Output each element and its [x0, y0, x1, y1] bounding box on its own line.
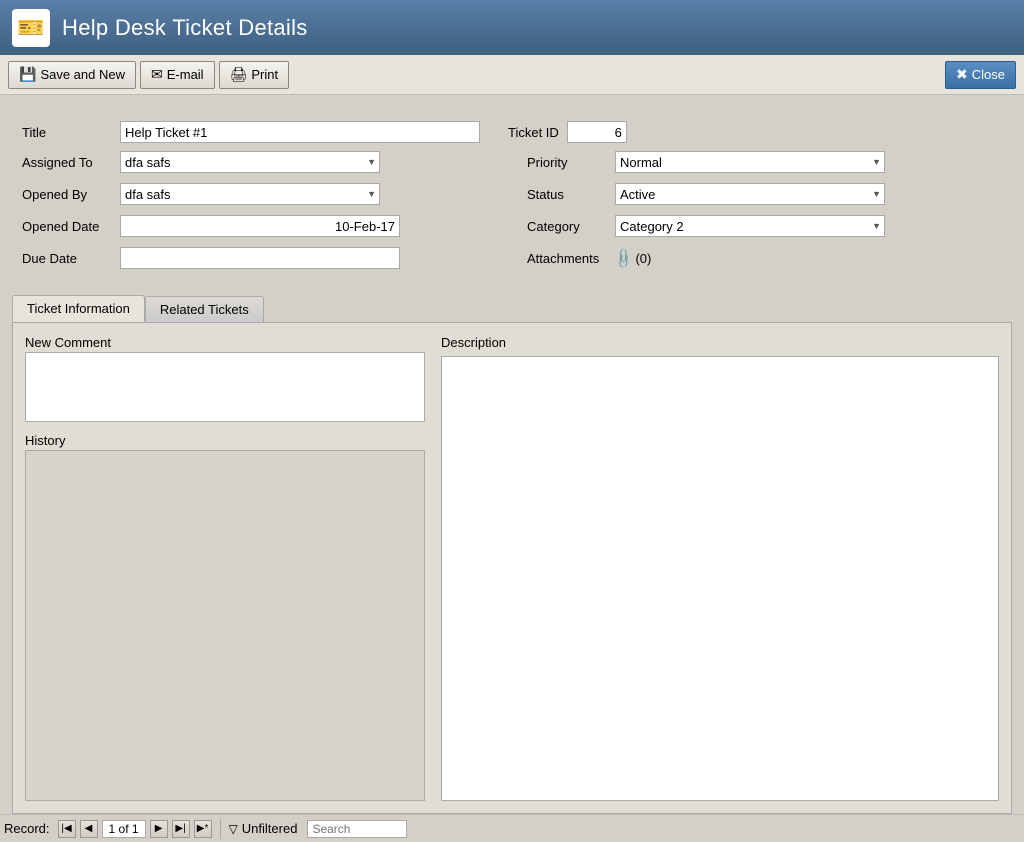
title-input[interactable]	[120, 121, 480, 143]
status-label: Status	[527, 187, 607, 202]
close-icon: ✖	[956, 66, 968, 83]
save-icon: 💾	[19, 66, 36, 83]
new-comment-label: New Comment	[25, 335, 425, 350]
email-button[interactable]: ✉ E-mail	[140, 61, 215, 89]
attachments-label: Attachments	[527, 251, 607, 266]
history-box	[25, 450, 425, 801]
tab-related-tickets-label: Related Tickets	[160, 302, 249, 317]
attachments-value: 📎 (0)	[615, 250, 651, 267]
new-comment-section: New Comment	[25, 335, 425, 425]
tab-ticket-information-label: Ticket Information	[27, 301, 130, 316]
nav-last-button[interactable]: ▶|	[172, 820, 190, 838]
unfiltered-label: Unfiltered	[242, 821, 298, 836]
filter-icon: ▽	[229, 822, 238, 836]
ticket-id-input	[567, 121, 627, 143]
save-and-new-button[interactable]: 💾 Save and New	[8, 61, 136, 89]
due-date-row: Due Date	[22, 245, 497, 271]
category-label: Category	[527, 219, 607, 234]
assigned-to-row: Assigned To dfa safs	[22, 149, 497, 175]
toolbar: 💾 Save and New ✉ E-mail 🖨 Print ✖ Close	[0, 55, 1024, 95]
nav-prev-button[interactable]: ◀	[80, 820, 98, 838]
record-position: 1 of 1	[102, 820, 146, 838]
history-section: History	[25, 433, 425, 801]
new-comment-textarea[interactable]	[25, 352, 425, 422]
opened-by-select[interactable]: dfa safs	[120, 183, 380, 205]
tab-ticket-information[interactable]: Ticket Information	[12, 295, 145, 322]
assigned-to-label: Assigned To	[22, 155, 112, 170]
status-select[interactable]: Active Closed Pending	[615, 183, 885, 205]
description-label: Description	[441, 335, 999, 350]
nav-next-button[interactable]: ▶	[150, 820, 168, 838]
tab-related-tickets[interactable]: Related Tickets	[145, 296, 264, 322]
print-button[interactable]: 🖨 Print	[219, 61, 290, 89]
category-select-wrapper: Category 1 Category 2 Category 3	[615, 215, 885, 237]
divider-1	[220, 819, 221, 839]
attachments-row: Attachments 📎 (0)	[527, 245, 1002, 271]
form-left: Assigned To dfa safs Opened By dfa safs	[22, 149, 497, 271]
record-label: Record:	[4, 821, 50, 836]
left-panel: New Comment History	[25, 335, 425, 801]
tab-header: Ticket Information Related Tickets	[12, 295, 1012, 322]
right-panel: Description	[441, 335, 999, 801]
opened-by-label: Opened By	[22, 187, 112, 202]
description-textarea[interactable]	[441, 356, 999, 801]
priority-select[interactable]: Normal Low High Critical	[615, 151, 885, 173]
priority-select-wrapper: Normal Low High Critical	[615, 151, 885, 173]
opened-by-select-wrapper: dfa safs	[120, 183, 380, 205]
tab-content: New Comment History Description	[12, 322, 1012, 814]
priority-label: Priority	[527, 155, 607, 170]
history-label: History	[25, 433, 425, 448]
app-icon	[12, 9, 50, 47]
status-select-wrapper: Active Closed Pending	[615, 183, 885, 205]
due-date-input[interactable]	[120, 247, 400, 269]
title-row: Title Ticket ID	[22, 121, 1002, 143]
due-date-label: Due Date	[22, 251, 112, 266]
form-section: Assigned To dfa safs Opened By dfa safs	[22, 149, 1002, 271]
opened-date-label: Opened Date	[22, 219, 112, 234]
print-label: Print	[251, 67, 278, 82]
status-bar: Record: |◀ ◀ 1 of 1 ▶ ▶| ▶* ▽ Unfiltered	[0, 814, 1024, 842]
close-button[interactable]: ✖ Close	[945, 61, 1016, 89]
opened-date-row: Opened Date	[22, 213, 497, 239]
print-icon: 🖨	[230, 66, 248, 83]
category-select[interactable]: Category 1 Category 2 Category 3	[615, 215, 885, 237]
main-content: Title Ticket ID Assigned To dfa safs Ope…	[0, 95, 1024, 814]
email-label: E-mail	[167, 67, 204, 82]
email-icon: ✉	[151, 66, 163, 83]
ticket-id-label: Ticket ID	[508, 125, 559, 140]
attachments-count: (0)	[635, 251, 651, 266]
assigned-to-select-wrapper: dfa safs	[120, 151, 380, 173]
close-label: Close	[972, 67, 1005, 82]
title-label: Title	[22, 125, 112, 140]
assigned-to-select[interactable]: dfa safs	[120, 151, 380, 173]
top-form: Title Ticket ID Assigned To dfa safs Ope…	[12, 111, 1012, 285]
nav-first-button[interactable]: |◀	[58, 820, 76, 838]
nav-new-button[interactable]: ▶*	[194, 820, 212, 838]
form-right: Priority Normal Low High Critical Status	[527, 149, 1002, 271]
title-bar: Help Desk Ticket Details	[0, 0, 1024, 55]
status-row: Status Active Closed Pending	[527, 181, 1002, 207]
category-row: Category Category 1 Category 2 Category …	[527, 213, 1002, 239]
opened-by-row: Opened By dfa safs	[22, 181, 497, 207]
priority-row: Priority Normal Low High Critical	[527, 149, 1002, 175]
search-input[interactable]	[307, 820, 407, 838]
save-and-new-label: Save and New	[40, 67, 125, 82]
tab-area: Ticket Information Related Tickets New C…	[12, 295, 1012, 814]
window-title: Help Desk Ticket Details	[62, 15, 308, 41]
paperclip-icon: 📎	[612, 246, 636, 270]
opened-date-input[interactable]	[120, 215, 400, 237]
tab-inner: New Comment History Description	[25, 335, 999, 801]
